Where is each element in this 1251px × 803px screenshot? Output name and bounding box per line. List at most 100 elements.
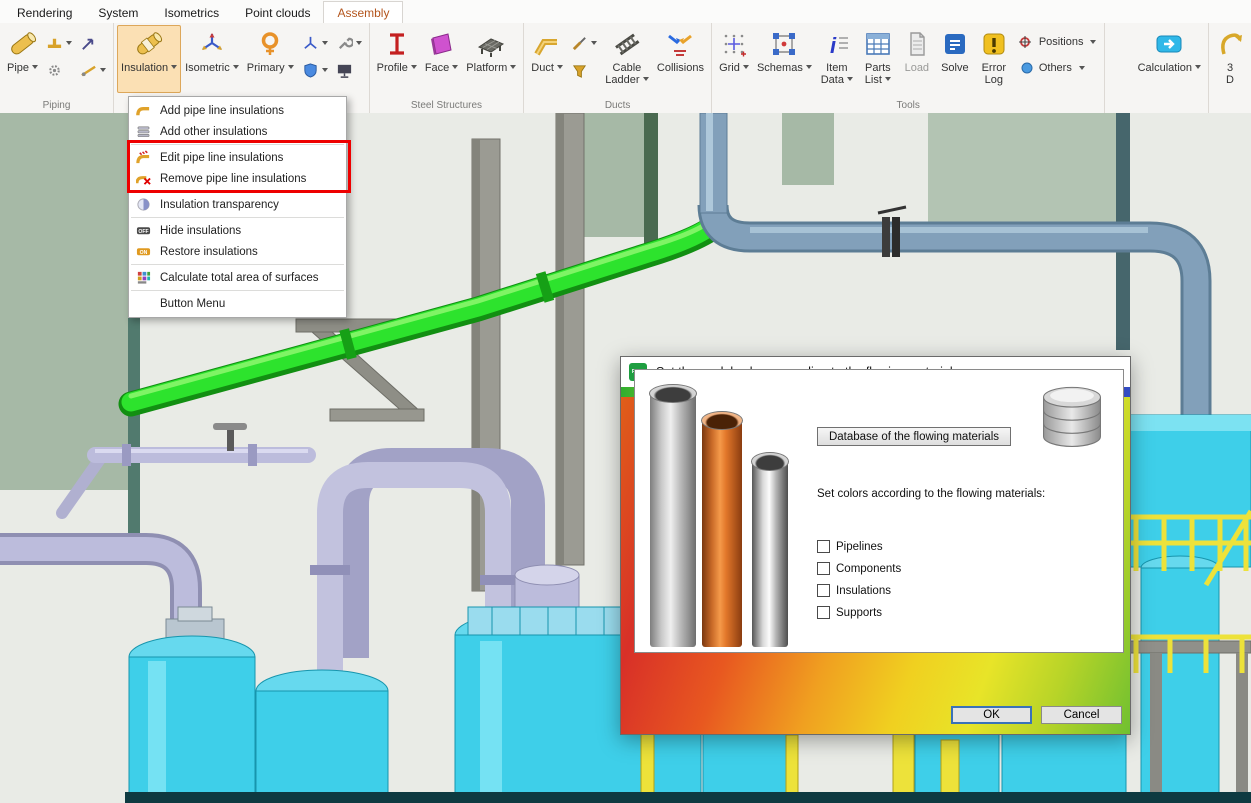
pipe-gear-button[interactable]	[44, 58, 74, 82]
chevron-down-icon	[233, 65, 239, 69]
shield-button[interactable]	[300, 58, 330, 82]
pipe-button[interactable]: Pipe	[3, 25, 42, 93]
error-log-icon	[979, 29, 1009, 59]
item-data-button[interactable]: i Item Data	[816, 25, 858, 93]
parts-list-icon	[863, 29, 893, 59]
menu-item-remove-pipe-line-insulations[interactable]: Remove pipe line insulations	[129, 168, 346, 189]
insulation-icon	[134, 29, 164, 59]
database-icon	[1021, 375, 1123, 461]
solve-button[interactable]: Solve	[936, 25, 974, 93]
collisions-button[interactable]: Collisions	[653, 25, 708, 93]
tab-system[interactable]: System	[85, 2, 151, 23]
menu-separator	[131, 264, 344, 265]
menu-separator	[131, 144, 344, 145]
cable-ladder-button[interactable]: Cable Ladder	[601, 25, 653, 93]
checkbox-pipelines[interactable]: Pipelines	[817, 539, 883, 554]
schemas-icon	[769, 29, 799, 59]
chevron-down-icon	[885, 77, 891, 81]
off-badge-icon: OFF	[135, 223, 151, 239]
group-label-steel: Steel Structures	[370, 100, 524, 112]
axes-button[interactable]	[300, 31, 330, 55]
calculate-area-icon	[135, 270, 151, 286]
error-log-button[interactable]: Error Log	[974, 25, 1014, 93]
chevron-down-icon	[288, 65, 294, 69]
duct-small-buttons	[567, 25, 601, 83]
cancel-button[interactable]: Cancel	[1041, 706, 1122, 724]
group-label-ducts: Ducts	[524, 100, 711, 112]
positions-button[interactable]: Positions	[1016, 31, 1100, 53]
platform-button[interactable]: Platform	[462, 25, 520, 93]
database-button[interactable]: Database of the flowing materials	[817, 427, 1011, 446]
menu-item-button-menu[interactable]: Button Menu	[129, 293, 346, 314]
ribbon-group-calculation: Calculation	[1131, 23, 1209, 113]
dialog-panel: Database of the flowing materials Set co…	[634, 369, 1124, 653]
chevron-down-icon	[643, 77, 649, 81]
menu-item-hide-insulations[interactable]: OFF Hide insulations	[129, 220, 346, 241]
insulation-button[interactable]: Insulation	[117, 25, 181, 93]
load-button[interactable]: Load	[898, 25, 936, 93]
instruction-text: Set colors according to the flowing mate…	[817, 488, 1045, 500]
tab-rendering[interactable]: Rendering	[4, 2, 85, 23]
no-icon	[135, 296, 151, 312]
monitor-button[interactable]	[334, 58, 364, 82]
ok-button[interactable]: OK	[951, 706, 1032, 724]
checkbox-supports[interactable]: Supports	[817, 605, 882, 620]
checkbox-box[interactable]	[817, 584, 830, 597]
menu-item-insulation-transparency[interactable]: Insulation transparency	[129, 194, 346, 215]
brush-button[interactable]	[569, 31, 599, 55]
menu-item-edit-pipe-line-insulations[interactable]: Edit pipe line insulations	[129, 147, 346, 168]
parts-list-button[interactable]: Parts List	[858, 25, 898, 93]
ribbon-group-tools: Grid Schemas i Item Data Parts List	[712, 23, 1106, 113]
checkbox-insulations[interactable]: Insulations	[817, 583, 891, 598]
platform-icon	[476, 29, 506, 59]
group-label-empty	[1131, 100, 1208, 112]
primary-icon	[255, 29, 285, 59]
schemas-button[interactable]: Schemas	[753, 25, 816, 93]
primary-button[interactable]: Primary	[243, 25, 298, 93]
pipe-arrow-button[interactable]	[78, 31, 108, 55]
chevron-down-icon	[66, 41, 72, 45]
grid-button[interactable]: Grid	[715, 25, 753, 93]
tab-assembly[interactable]: Assembly	[323, 1, 403, 24]
group-label-empty	[1209, 100, 1251, 112]
menu-item-restore-insulations[interactable]: ON Restore insulations	[129, 241, 346, 262]
wrench-button[interactable]	[334, 31, 364, 55]
face-button[interactable]: Face	[421, 25, 462, 93]
tab-isometrics[interactable]: Isometrics	[151, 2, 232, 23]
piping-small-buttons	[42, 25, 110, 82]
tab-point-clouds[interactable]: Point clouds	[232, 2, 323, 23]
pipe-opening	[649, 384, 697, 403]
three-d-button[interactable]: 3 D	[1212, 25, 1248, 93]
funnel-button[interactable]	[569, 59, 599, 83]
pipe-icon	[8, 29, 38, 59]
calculation-button[interactable]: Calculation	[1134, 25, 1205, 93]
axes-icon	[302, 35, 319, 52]
menu-separator	[131, 191, 344, 192]
profile-icon	[382, 29, 412, 59]
menu-item-add-pipe-line-insulations[interactable]: Add pipe line insulations	[129, 100, 346, 121]
load-icon	[902, 29, 932, 59]
svg-text:ON: ON	[139, 250, 147, 256]
checkbox-box[interactable]	[817, 606, 830, 619]
others-icon	[1019, 60, 1035, 76]
pipe-slope-button[interactable]	[78, 58, 108, 82]
chevron-down-icon	[411, 65, 417, 69]
menu-item-calculate-total-area[interactable]: Calculate total area of surfaces	[129, 267, 346, 288]
pipe-branch-button[interactable]	[44, 31, 74, 55]
steel-pipe-image	[650, 392, 696, 647]
chevron-down-icon	[1195, 65, 1201, 69]
group-label-piping: Piping	[0, 100, 113, 112]
isometric-button[interactable]: Isometric	[181, 25, 243, 93]
duct-button[interactable]: Duct	[527, 25, 567, 93]
menu-item-add-other-insulations[interactable]: Add other insulations	[129, 121, 346, 142]
checkbox-box[interactable]	[817, 562, 830, 575]
chevron-down-icon	[510, 65, 516, 69]
monitor-icon	[336, 62, 353, 79]
others-button[interactable]: Others	[1016, 57, 1100, 79]
checkbox-box[interactable]	[817, 540, 830, 553]
duct-icon	[532, 29, 562, 59]
chevron-down-icon	[847, 77, 853, 81]
ribbon-group-ducts: Duct Cable Ladder Collisions Ducts	[524, 23, 712, 113]
profile-button[interactable]: Profile	[373, 25, 421, 93]
checkbox-components[interactable]: Components	[817, 561, 901, 576]
